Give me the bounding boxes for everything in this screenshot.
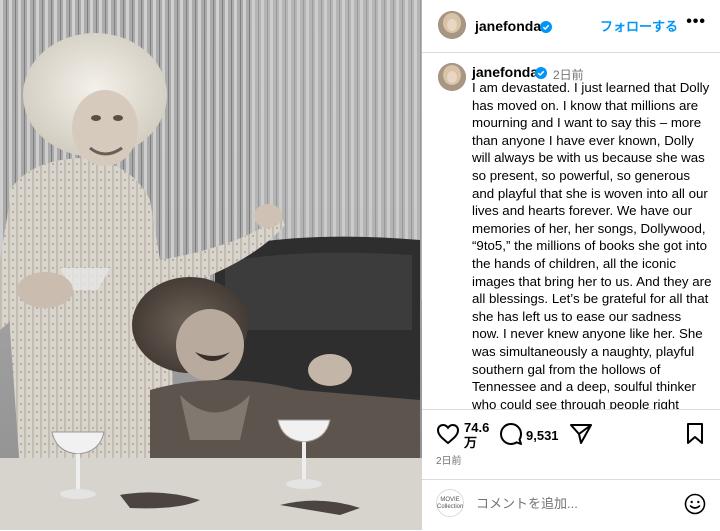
post-header: jane​fonda フォローする ••• — [422, 0, 720, 53]
verified-badge-icon — [540, 21, 552, 33]
smiley-icon[interactable] — [684, 493, 706, 515]
post-date: 2日前 — [436, 456, 462, 467]
caption-author-avatar[interactable] — [438, 63, 466, 91]
author-username[interactable]: jane​fonda — [475, 18, 541, 34]
post-side-panel: jane​fonda フォローする ••• jane​fonda 2日前 I a… — [422, 0, 720, 530]
more-options-icon[interactable]: ••• — [686, 13, 706, 31]
add-comment-bar: MOVIE Collection — [422, 479, 720, 531]
like-count-unit: 万 — [464, 435, 478, 450]
post-image-illustration — [0, 0, 422, 530]
paper-plane-icon[interactable] — [570, 423, 592, 445]
author-avatar[interactable] — [438, 11, 466, 39]
post-actions: 74.6 万 9,531 2日前 — [422, 409, 720, 480]
follow-button[interactable]: フォローする — [600, 16, 678, 35]
viewer-avatar: MOVIE Collection — [436, 489, 464, 517]
post-caption: I am devastated. I just learned that Dol… — [472, 80, 712, 409]
comment-input[interactable] — [476, 494, 666, 512]
like-count-number: 74.6 — [464, 420, 490, 435]
caption-author-username[interactable]: jane​fonda — [472, 64, 538, 80]
verified-badge-icon — [535, 67, 547, 79]
comment-bubble-icon[interactable] — [500, 423, 522, 445]
bookmark-icon[interactable] — [686, 423, 704, 445]
post-photo[interactable] — [0, 0, 422, 530]
like-count: 74.6 万 — [464, 420, 489, 450]
caption-area[interactable]: jane​fonda 2日前 I am devastated. I just l… — [422, 52, 720, 409]
comment-count: 9,531 — [526, 428, 559, 443]
heart-icon[interactable] — [436, 423, 460, 445]
